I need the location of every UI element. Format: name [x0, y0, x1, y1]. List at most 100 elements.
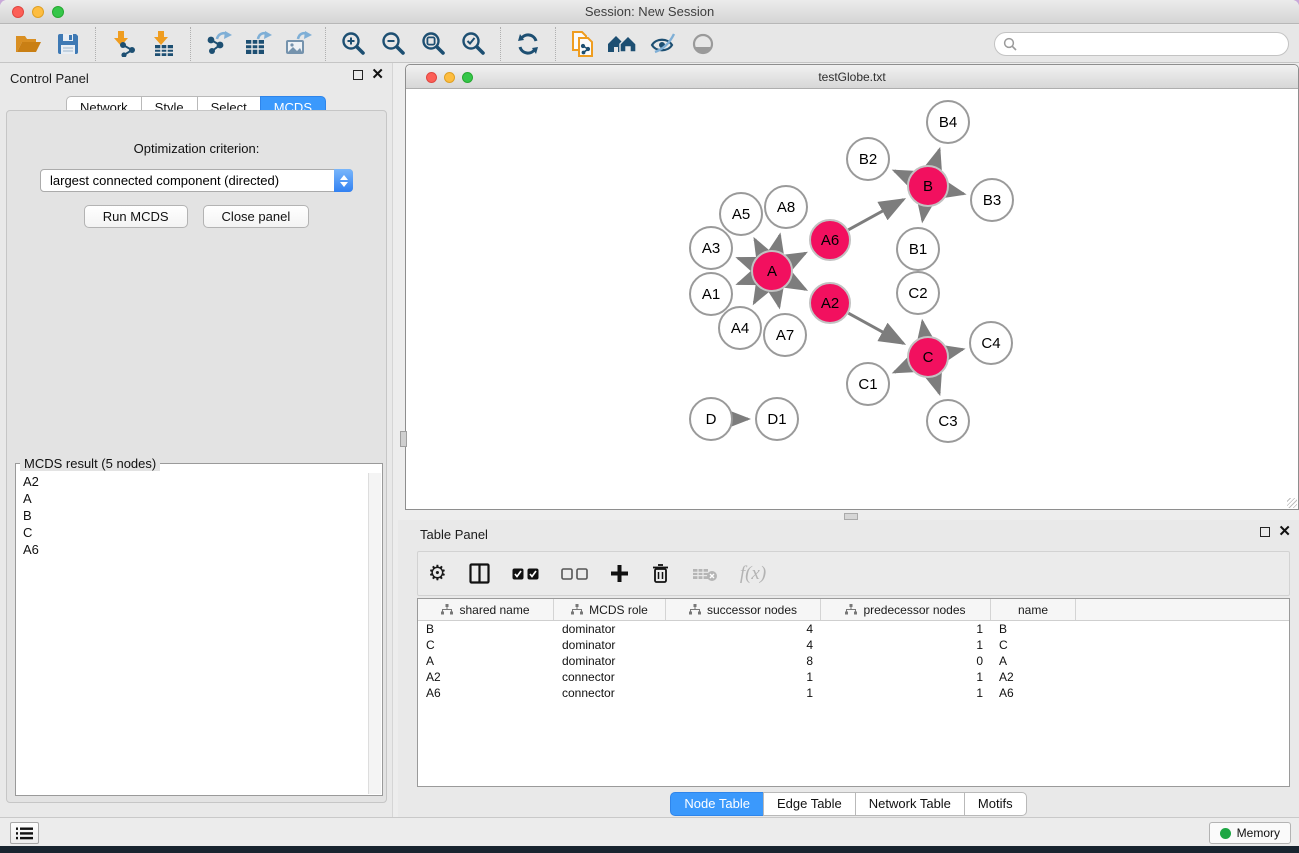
- table-cell[interactable]: 0: [821, 654, 991, 668]
- show-graphics-button[interactable]: [683, 27, 723, 61]
- export-table-button[interactable]: [238, 27, 278, 61]
- column-header-MCDS-role[interactable]: MCDS role: [554, 599, 666, 620]
- float-panel-icon[interactable]: [353, 70, 363, 80]
- table-row[interactable]: Bdominator41B: [418, 621, 1289, 637]
- home-button[interactable]: [603, 27, 643, 61]
- graph-edge-A-A4[interactable]: [754, 289, 762, 302]
- network-canvas[interactable]: B4B2BB3A8A5A6A3B1AA1C2A2A4A7C4CC1C3DD1: [406, 90, 1298, 509]
- table-cell[interactable]: dominator: [554, 638, 666, 652]
- deselect-all-button[interactable]: [561, 568, 588, 580]
- table-cell[interactable]: dominator: [554, 654, 666, 668]
- table-cell[interactable]: 1: [821, 638, 991, 652]
- zoom-in-button[interactable]: [333, 27, 373, 61]
- mcds-result-item[interactable]: A6: [17, 541, 368, 558]
- table-cell[interactable]: A2: [991, 670, 1076, 684]
- table-cell[interactable]: C: [418, 638, 554, 652]
- zoom-selected-button[interactable]: [453, 27, 493, 61]
- table-cell[interactable]: C: [991, 638, 1076, 652]
- mcds-result-item[interactable]: A: [17, 490, 368, 507]
- table-cell[interactable]: A6: [418, 686, 554, 700]
- close-panel-button[interactable]: Close panel: [203, 205, 310, 228]
- graph-edge-A-A6[interactable]: [791, 253, 806, 261]
- close-table-panel-icon[interactable]: ✕: [1278, 527, 1291, 537]
- graph-edge-A-A8[interactable]: [776, 235, 779, 250]
- resize-grip[interactable]: [1287, 498, 1297, 508]
- graph-edge-C-C1[interactable]: [894, 366, 908, 372]
- graph-edge-A-A1[interactable]: [738, 278, 752, 283]
- table-cell[interactable]: connector: [554, 670, 666, 684]
- import-table-button[interactable]: [143, 27, 183, 61]
- export-image-button[interactable]: [278, 27, 318, 61]
- column-header-name[interactable]: name: [991, 599, 1076, 620]
- export-network-button[interactable]: [198, 27, 238, 61]
- table-settings-button[interactable]: ⚙: [428, 563, 447, 584]
- table-cell[interactable]: 1: [666, 670, 821, 684]
- table-cell[interactable]: 4: [666, 622, 821, 636]
- table-cell[interactable]: 1: [821, 686, 991, 700]
- add-column-button[interactable]: [610, 564, 629, 583]
- hide-graphics-button[interactable]: [643, 27, 683, 61]
- table-row[interactable]: A6connector11A6: [418, 685, 1289, 701]
- save-session-button[interactable]: [48, 27, 88, 61]
- table-cell[interactable]: 8: [666, 654, 821, 668]
- graph-edge-A-A3[interactable]: [738, 258, 752, 263]
- tab-edge-table[interactable]: Edge Table: [763, 792, 856, 816]
- select-all-button[interactable]: [512, 568, 539, 580]
- tab-network-table[interactable]: Network Table: [855, 792, 965, 816]
- mcds-result-item[interactable]: B: [17, 507, 368, 524]
- zoom-out-button[interactable]: [373, 27, 413, 61]
- horizontal-splitter-handle[interactable]: [844, 513, 858, 520]
- graph-edge-B-B4[interactable]: [934, 150, 939, 166]
- table-cell[interactable]: A2: [418, 670, 554, 684]
- table-cell[interactable]: A: [991, 654, 1076, 668]
- graph-edge-B-B3[interactable]: [949, 190, 964, 193]
- search-input[interactable]: [1022, 37, 1280, 51]
- result-scrollbar[interactable]: [368, 473, 381, 794]
- graph-edge-C-C3[interactable]: [934, 377, 939, 393]
- table-cell[interactable]: 1: [821, 670, 991, 684]
- graph-edge-A-A5[interactable]: [755, 239, 762, 252]
- zoom-fit-button[interactable]: [413, 27, 453, 61]
- memory-button[interactable]: Memory: [1209, 822, 1291, 844]
- graph-edge-A-A7[interactable]: [776, 292, 779, 307]
- table-cell[interactable]: A: [418, 654, 554, 668]
- table-cell[interactable]: 4: [666, 638, 821, 652]
- graph-edge-A6-B[interactable]: [848, 200, 903, 230]
- table-row[interactable]: Adominator80A: [418, 653, 1289, 669]
- run-mcds-button[interactable]: Run MCDS: [84, 205, 188, 228]
- column-header-successor-nodes[interactable]: successor nodes: [666, 599, 821, 620]
- graph-edge-A-A2[interactable]: [790, 281, 805, 289]
- task-history-button[interactable]: [10, 822, 39, 844]
- delete-table-button[interactable]: [692, 566, 718, 582]
- table-row[interactable]: A2connector11A2: [418, 669, 1289, 685]
- delete-column-button[interactable]: [651, 563, 670, 584]
- graph-edge-C-C4[interactable]: [948, 349, 962, 352]
- close-panel-icon[interactable]: ✕: [371, 70, 384, 80]
- mcds-result-item[interactable]: A2: [17, 473, 368, 490]
- vertical-splitter-handle[interactable]: [400, 431, 407, 447]
- mcds-result-item[interactable]: C: [17, 524, 368, 541]
- table-cell[interactable]: 1: [666, 686, 821, 700]
- graph-edge-B-B1[interactable]: [923, 207, 925, 221]
- table-cell[interactable]: A6: [991, 686, 1076, 700]
- float-table-panel-icon[interactable]: [1260, 527, 1270, 537]
- optimization-criterion-select[interactable]: largest connected component (directed): [40, 169, 353, 192]
- graph-edge-C-C2[interactable]: [922, 322, 924, 337]
- table-row[interactable]: Cdominator41C: [418, 637, 1289, 653]
- apply-layout-button[interactable]: [508, 27, 548, 61]
- column-header-predecessor-nodes[interactable]: predecessor nodes: [821, 599, 991, 620]
- table-cell[interactable]: connector: [554, 686, 666, 700]
- function-builder-button[interactable]: f(x): [740, 563, 766, 585]
- graph-edge-A2-C[interactable]: [848, 313, 903, 343]
- import-network-button[interactable]: [103, 27, 143, 61]
- graph-edge-B-B2[interactable]: [894, 171, 908, 177]
- table-cell[interactable]: B: [991, 622, 1076, 636]
- tab-motifs[interactable]: Motifs: [964, 792, 1027, 816]
- search-field[interactable]: [994, 32, 1289, 56]
- table-cell[interactable]: dominator: [554, 622, 666, 636]
- tab-node-table[interactable]: Node Table: [670, 792, 764, 816]
- copy-network-button[interactable]: [563, 27, 603, 61]
- table-cell[interactable]: 1: [821, 622, 991, 636]
- table-cell[interactable]: B: [418, 622, 554, 636]
- show-columns-button[interactable]: [469, 563, 490, 584]
